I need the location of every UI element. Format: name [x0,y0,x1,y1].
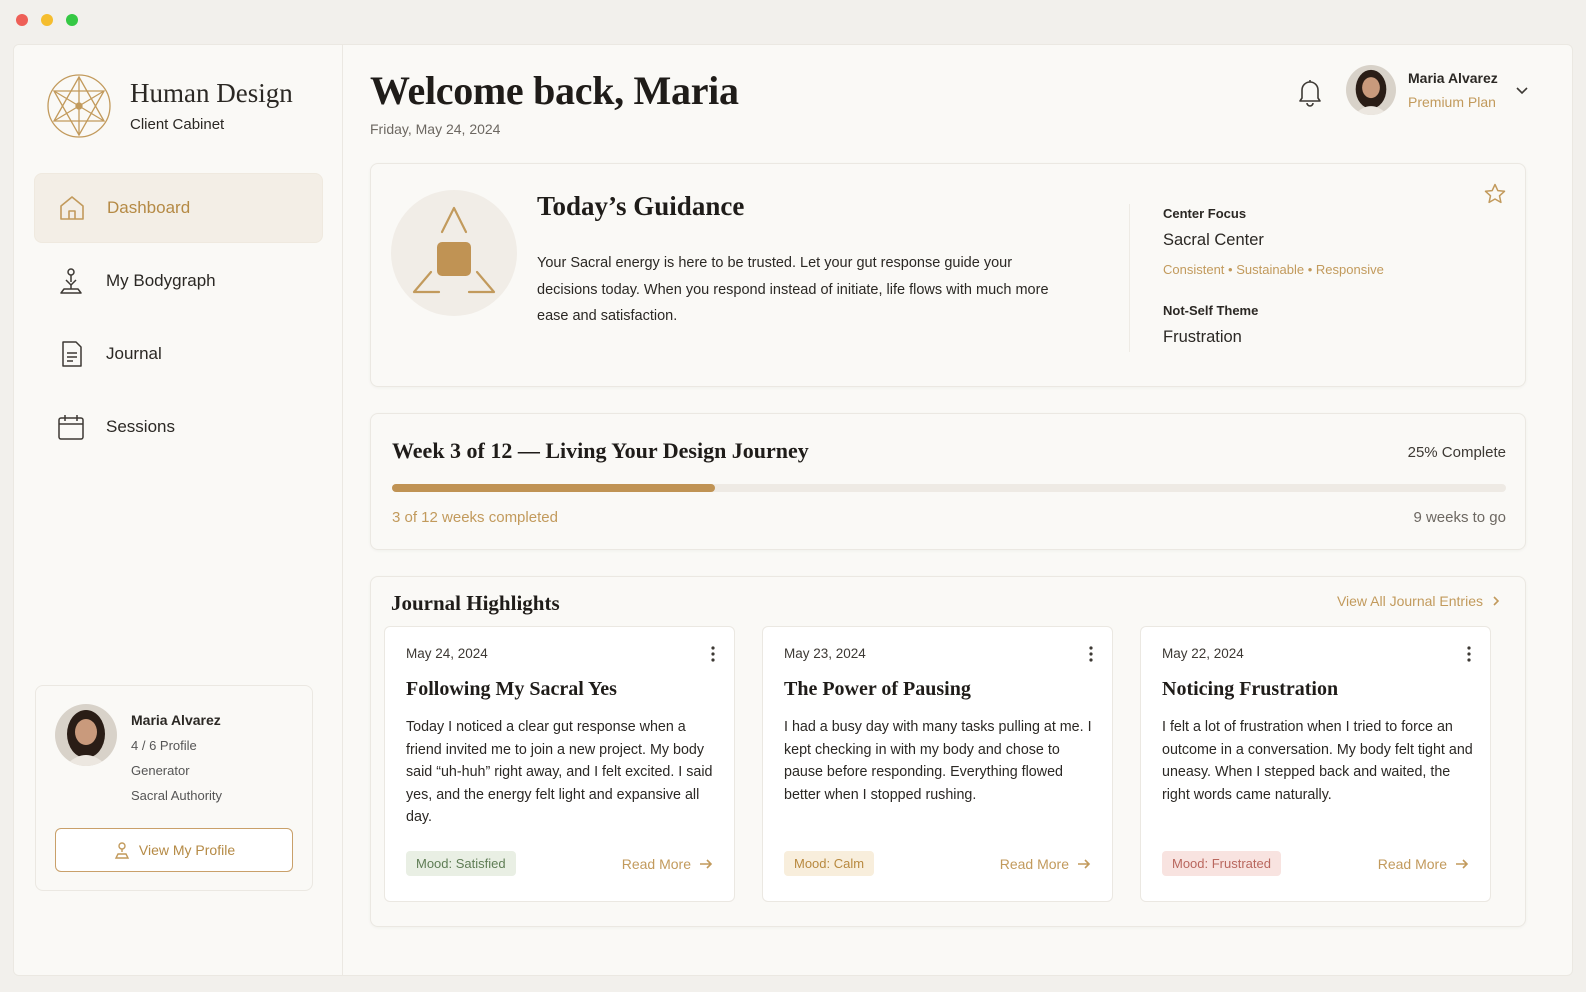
read-more-link[interactable]: Read More [1378,856,1469,872]
journal-highlights-card: Journal Highlights View All Journal Entr… [370,576,1526,927]
weeks-completed: 3 of 12 weeks completed [392,509,558,526]
more-vertical-icon[interactable] [710,645,716,663]
sacral-center-icon [391,190,517,316]
entry-title: Following My Sacral Yes [406,678,617,700]
star-icon[interactable] [1483,182,1507,206]
nav-label-dashboard: Dashboard [107,198,191,217]
nav-label-journal: Journal [106,344,162,363]
nav-label-bodygraph: My Bodygraph [106,271,216,290]
brand[interactable]: Human Design Client Cabinet [46,73,293,139]
mood-badge: Mood: Satisfied [406,851,516,876]
geometry-logo-icon [47,74,111,138]
app-window: Human Design Client Cabinet Dashboard My… [13,44,1573,976]
not-self-value: Frustration [1163,328,1242,346]
page-title: Welcome back, Maria [370,68,739,113]
home-icon [60,196,84,220]
center-focus-tags: Consistent • Sustainable • Responsive [1163,262,1384,277]
avatar [55,704,117,766]
user-menu[interactable]: Maria Alvarez Premium Plan [1346,65,1498,115]
main-content: Welcome back, Maria Friday, May 24, 2024… [343,45,1572,975]
mood-badge: Mood: Calm [784,851,875,876]
profile-authority: Sacral Authority [131,788,223,803]
view-all-label: View All Journal Entries [1336,593,1483,609]
guidance-title: Today’s Guidance [537,191,745,221]
entry-title: The Power of Pausing [784,678,971,700]
view-profile-button[interactable]: View My Profile [55,828,293,872]
nav-item-journal[interactable]: Journal [34,319,323,389]
read-more-label: Read More [999,856,1069,872]
nav-item-bodygraph[interactable]: My Bodygraph [34,246,323,316]
profile-name: Maria Alvarez [131,712,221,728]
read-more-label: Read More [1377,856,1447,872]
read-more-link[interactable]: Read More [1000,856,1091,872]
more-vertical-icon[interactable] [1466,645,1472,663]
bell-icon[interactable] [1297,77,1323,107]
entry-date: May 24, 2024 [406,646,488,661]
guidance-text: Your Sacral energy is here to be trusted… [537,255,1049,324]
center-focus-label: Center Focus [1163,206,1247,221]
current-date: Friday, May 24, 2024 [370,121,501,137]
journal-entry[interactable]: May 23, 2024 The Power of Pausing I had … [762,626,1113,902]
profile-info: Maria Alvarez 4 / 6 Profile Generator Sa… [131,712,222,803]
user-icon [114,842,130,859]
bodygraph-icon [60,268,82,294]
journal-entry[interactable]: May 24, 2024 Following My Sacral Yes Tod… [384,626,735,902]
avatar [1346,65,1396,115]
nav-label-sessions: Sessions [106,417,175,436]
todays-guidance-card: Today’s Guidance Your Sacral energy is h… [370,163,1526,387]
arrow-right-icon [1456,859,1469,869]
entry-date: May 23, 2024 [784,646,866,661]
progress-bar-fill [392,484,716,492]
user-plan: Premium Plan [1408,94,1496,110]
close-window-button[interactable] [16,14,28,26]
journal-highlights-title: Journal Highlights [391,591,560,615]
user-name: Maria Alvarez [1408,70,1498,86]
calendar-icon [58,415,84,440]
nav-item-sessions[interactable]: Sessions [34,392,323,462]
not-self-label: Not-Self Theme [1163,303,1259,318]
profile-energy-type: Generator [131,763,190,778]
divider [1129,204,1130,352]
journey-progress-card: Week 3 of 12 — Living Your Design Journe… [370,413,1526,550]
arrow-right-icon [700,859,713,869]
read-more-label: Read More [621,856,691,872]
maximize-window-button[interactable] [66,14,78,26]
entry-date: May 22, 2024 [1162,646,1244,661]
minimize-window-button[interactable] [41,14,53,26]
journal-entry[interactable]: May 22, 2024 Noticing Frustration I felt… [1140,626,1491,902]
nav-item-dashboard[interactable]: Dashboard [34,173,323,243]
entry-body: I had a busy day with many tasks pulling… [784,719,1092,803]
journal-icon [62,341,82,367]
chevron-down-icon[interactable] [1515,83,1529,97]
sidebar: Human Design Client Cabinet Dashboard My… [14,45,343,975]
entry-body: I felt a lot of frustration when I tried… [1162,719,1473,803]
chevron-right-icon [1493,596,1500,606]
center-focus-value: Sacral Center [1163,231,1264,249]
view-profile-label: View My Profile [138,842,236,858]
brand-subtitle: Client Cabinet [130,116,225,134]
window-controls [16,14,78,26]
center-focus-panel: Center Focus Sacral Center Consistent • … [1163,206,1384,347]
percent-complete: 25% Complete [1407,444,1506,461]
arrow-right-icon [1078,859,1091,869]
sidebar-profile-card: Maria Alvarez 4 / 6 Profile Generator Sa… [35,685,313,891]
weeks-remaining: 9 weeks to go [1413,509,1506,526]
more-vertical-icon[interactable] [1088,645,1094,663]
progress-bar [392,484,1506,492]
view-all-journal-link[interactable]: View All Journal Entries [1337,593,1501,609]
journey-title: Week 3 of 12 — Living Your Design Journe… [392,438,809,463]
main-nav: Dashboard My Bodygraph Journal Sessions [34,173,323,465]
profile-type-line: 4 / 6 Profile [131,738,197,753]
brand-title: Human Design [130,77,293,108]
entry-body: Today I noticed a clear gut response whe… [406,719,713,826]
mood-badge: Mood: Frustrated [1162,851,1281,876]
read-more-link[interactable]: Read More [622,856,713,872]
entry-title: Noticing Frustration [1162,678,1339,700]
